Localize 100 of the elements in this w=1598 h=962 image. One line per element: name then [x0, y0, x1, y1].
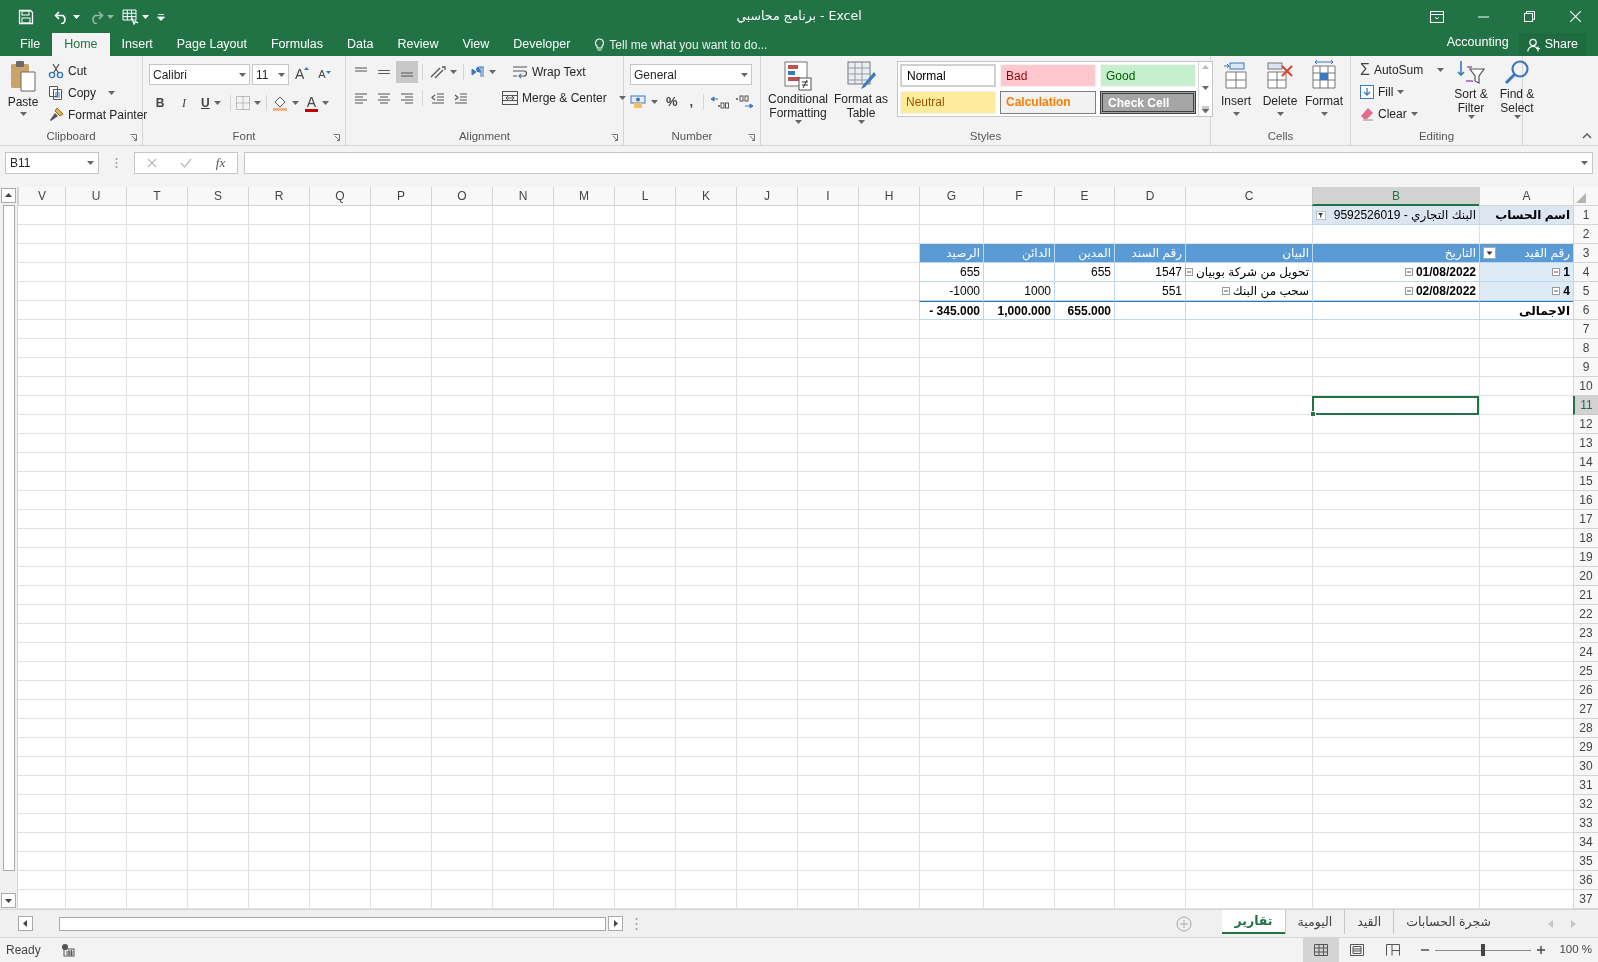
column-header[interactable]: N — [492, 187, 553, 206]
collapse-icon[interactable] — [1552, 287, 1561, 295]
column-header[interactable]: B — [1312, 187, 1479, 206]
grow-font-button[interactable]: A — [291, 64, 314, 85]
column-header[interactable]: U — [65, 187, 126, 206]
row-header[interactable]: 19 — [1573, 548, 1598, 567]
column-header[interactable]: V — [18, 187, 65, 206]
align-center-icon[interactable] — [377, 92, 391, 104]
font-name-field[interactable]: Calibri — [149, 64, 250, 85]
bold-button[interactable]: B — [149, 92, 171, 114]
column-header[interactable]: E — [1054, 187, 1114, 206]
format-painter-button[interactable]: Format Painter — [45, 104, 151, 125]
column-header[interactable]: S — [187, 187, 248, 206]
row-header[interactable]: 29 — [1573, 738, 1598, 757]
restore-icon[interactable] — [1523, 11, 1535, 22]
dialog-launcher-icon[interactable] — [130, 134, 137, 141]
close-icon[interactable] — [1569, 11, 1581, 22]
column-header[interactable]: R — [248, 187, 309, 206]
row-header[interactable]: 33 — [1573, 814, 1598, 833]
dialog-launcher-icon[interactable] — [748, 134, 755, 141]
row-header[interactable]: 5 — [1573, 282, 1598, 301]
column-header[interactable]: G — [919, 187, 983, 206]
font-size-field[interactable]: 11 — [252, 64, 289, 85]
ribbon-tab[interactable]: Data — [335, 33, 386, 56]
scroll-up-icon[interactable] — [1, 188, 16, 203]
collapse-icon[interactable] — [1404, 268, 1413, 276]
row-header[interactable]: 8 — [1573, 339, 1598, 358]
row-header[interactable]: 7 — [1573, 320, 1598, 339]
row-header[interactable]: 15 — [1573, 472, 1598, 491]
row-header[interactable]: 1 — [1573, 206, 1598, 225]
column-header[interactable]: M — [553, 187, 614, 206]
row-header[interactable]: 37 — [1573, 890, 1598, 909]
sheet-tab[interactable]: تقارير — [1222, 910, 1285, 934]
collapse-ribbon-icon[interactable] — [1582, 133, 1592, 139]
zoom-slider[interactable] — [1435, 944, 1532, 956]
cell-style[interactable]: Good — [1100, 64, 1196, 87]
view-button[interactable] — [1303, 937, 1340, 962]
align-left-icon[interactable] — [354, 92, 368, 104]
column-header[interactable]: J — [736, 187, 797, 206]
text-orientation-icon[interactable] — [429, 64, 447, 80]
row-header[interactable]: 13 — [1573, 434, 1598, 453]
resize-handle-icon[interactable] — [635, 916, 638, 931]
ribbon-tab[interactable]: Page Layout — [164, 33, 259, 56]
merge-center-button[interactable]: Merge & Center — [499, 87, 629, 109]
row-header[interactable]: 18 — [1573, 529, 1598, 548]
row-header[interactable]: 17 — [1573, 510, 1598, 529]
row-header[interactable]: 22 — [1573, 605, 1598, 624]
ribbon-tab[interactable]: Review — [385, 33, 451, 56]
touch-mode-icon[interactable] — [122, 8, 139, 25]
underline-button[interactable]: U — [197, 92, 225, 114]
row-header[interactable]: 21 — [1573, 586, 1598, 605]
formula-bar-field[interactable] — [244, 152, 1593, 174]
scroll-left-icon[interactable] — [18, 916, 33, 931]
account-name[interactable]: Accounting — [1446, 33, 1509, 52]
cells-button[interactable]: Insert — [1217, 60, 1255, 128]
row-header[interactable]: 27 — [1573, 700, 1598, 719]
increase-indent-icon[interactable] — [454, 92, 468, 104]
name-box[interactable]: B11 — [5, 152, 99, 174]
customize-toolbar-icon[interactable] — [157, 12, 165, 21]
column-header[interactable]: T — [126, 187, 187, 206]
column-header[interactable]: O — [431, 187, 492, 206]
column-header[interactable]: I — [797, 187, 858, 206]
column-header[interactable]: D — [1114, 187, 1185, 206]
row-header[interactable]: 10 — [1573, 377, 1598, 396]
zoom-thumb[interactable] — [1481, 944, 1486, 956]
cell-style[interactable]: Bad — [1000, 64, 1096, 87]
ribbon-tab[interactable]: Developer — [501, 33, 583, 56]
cells-button[interactable]: Delete — [1261, 60, 1299, 128]
ribbon-display-options-icon[interactable] — [1430, 10, 1444, 23]
ribbon-tab[interactable]: File — [8, 33, 53, 56]
column-header[interactable]: P — [370, 187, 431, 206]
row-header[interactable]: 25 — [1573, 662, 1598, 681]
tell-me-field[interactable]: Tell me what you want to do... — [594, 33, 810, 56]
insert-function-button[interactable]: fx — [215, 153, 226, 173]
find-select-button[interactable]: Find & Select — [1495, 59, 1539, 128]
right-to-left-icon[interactable] — [470, 66, 486, 78]
column-header[interactable]: F — [983, 187, 1054, 206]
ribbon-tab[interactable]: Home — [52, 33, 110, 56]
collapse-icon[interactable] — [1184, 268, 1193, 276]
number-format-field[interactable]: General — [630, 64, 752, 85]
row-header[interactable]: 9 — [1573, 358, 1598, 377]
more-styles-icon[interactable] — [1202, 106, 1209, 113]
zoom-level[interactable]: 100 % — [1559, 941, 1592, 959]
comma-button[interactable]: , — [685, 92, 698, 112]
fill-handle[interactable] — [1310, 411, 1316, 417]
column-header[interactable]: Q — [309, 187, 370, 206]
font-color-button[interactable]: A — [300, 92, 333, 114]
collapse-icon[interactable] — [1552, 268, 1561, 276]
clear-button[interactable]: Clear — [1357, 103, 1447, 124]
fill-color-icon[interactable] — [271, 95, 288, 111]
format-as-table-button[interactable]: Format as Table — [833, 60, 889, 128]
collapse-icon[interactable] — [1404, 287, 1413, 295]
column-header[interactable]: K — [675, 187, 736, 206]
scrollbar-thumb[interactable] — [2, 205, 15, 871]
row-header[interactable]: 14 — [1573, 453, 1598, 472]
align-right-icon[interactable] — [400, 92, 414, 104]
wrap-text-button[interactable]: Wrap Text — [509, 61, 589, 83]
row-header[interactable]: 11 — [1573, 396, 1598, 415]
ribbon-tab[interactable]: Insert — [109, 33, 165, 56]
row-header[interactable]: 24 — [1573, 643, 1598, 662]
